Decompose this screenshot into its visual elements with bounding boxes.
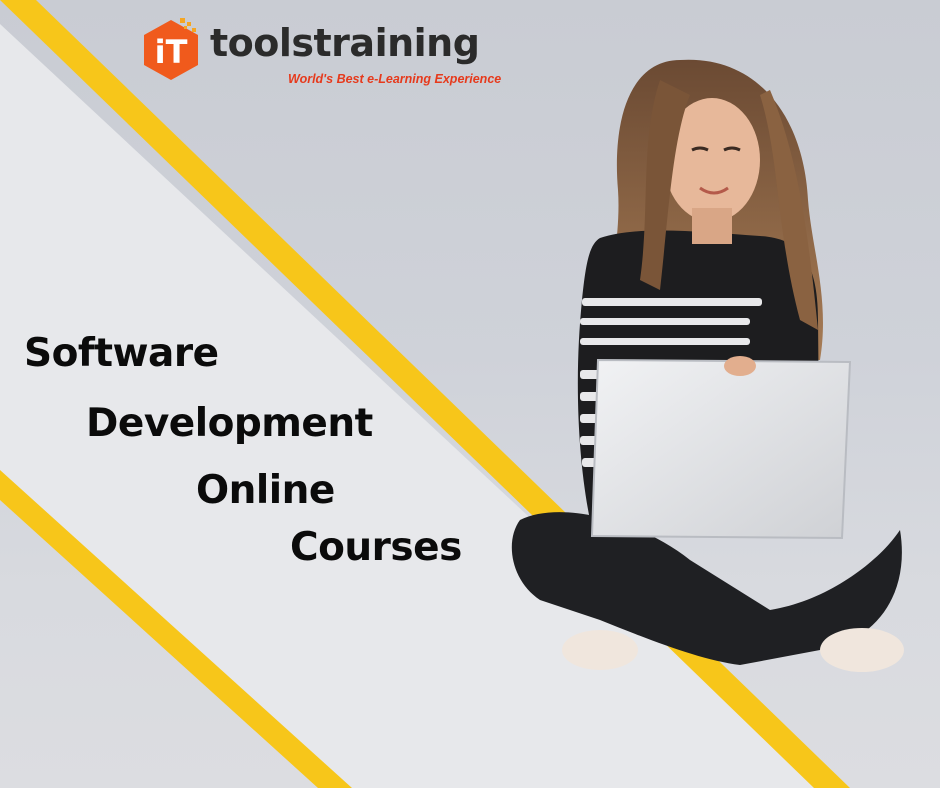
- headline-line-4: Courses: [290, 525, 462, 570]
- promo-banner: iT toolstraining World's Best e-Learning…: [0, 0, 940, 788]
- brand-tagline: World's Best e-Learning Experience: [288, 72, 502, 86]
- left-shoe: [562, 630, 638, 670]
- right-shoe: [820, 628, 904, 672]
- it-badge-icon: iT: [144, 18, 198, 80]
- laptop: [590, 358, 852, 540]
- headline-line-1: Software: [24, 331, 219, 376]
- woman-with-laptop-photo: [511, 59, 904, 672]
- headline-line-2: Development: [86, 401, 373, 446]
- brand-logo[interactable]: iT toolstraining World's Best e-Learning…: [140, 10, 520, 94]
- headline-line-3: Online: [196, 468, 335, 513]
- badge-text: iT: [155, 33, 188, 71]
- brand-name: toolstraining: [210, 21, 480, 65]
